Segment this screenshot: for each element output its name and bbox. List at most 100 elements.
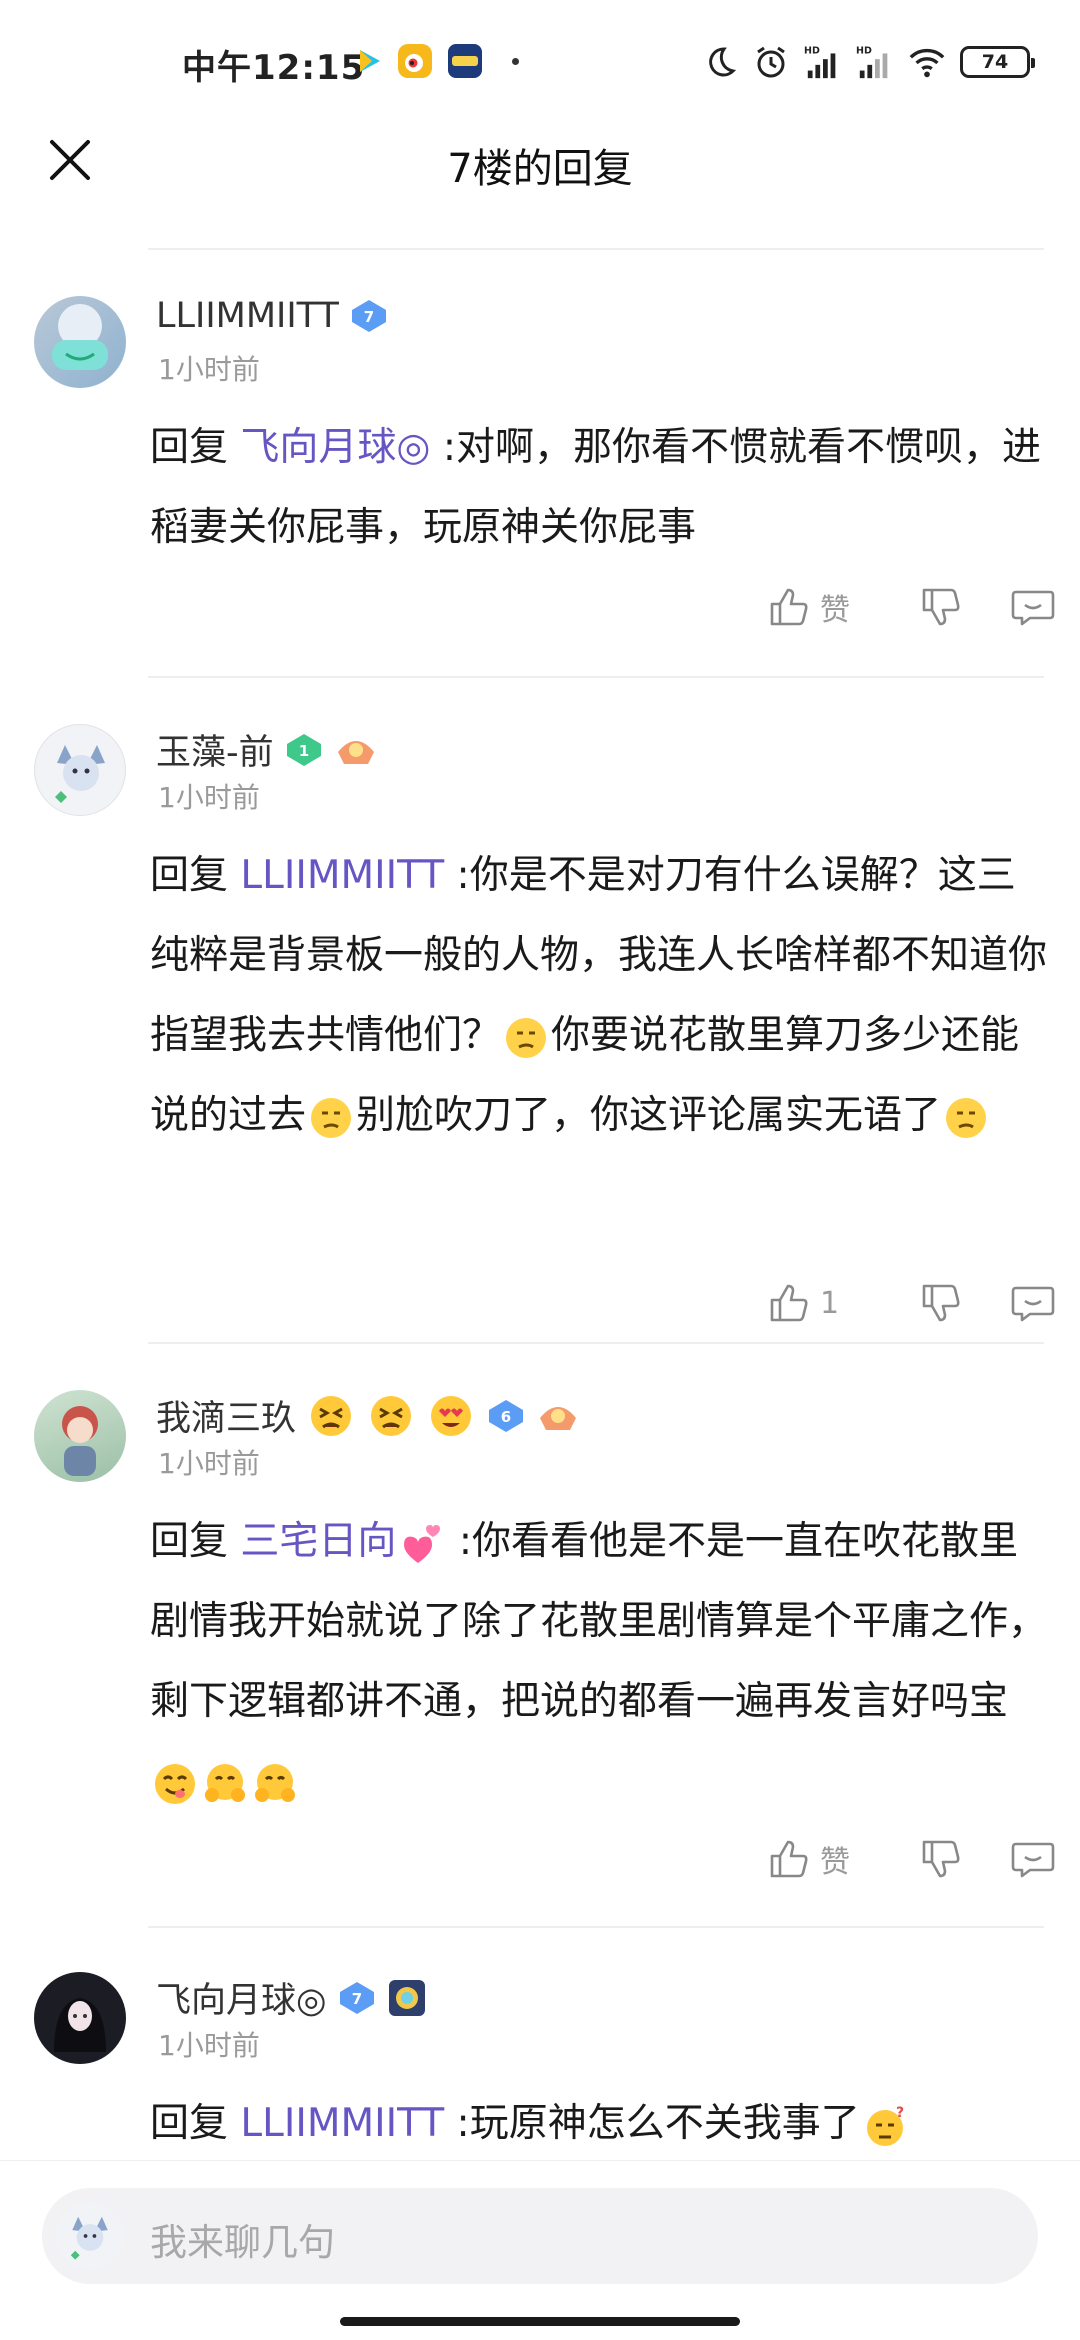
- thumbs-down-icon: [922, 588, 960, 626]
- battery-icon: 74: [960, 46, 1035, 78]
- user-row: LLIIMMIITT 7: [156, 296, 389, 336]
- level-badge-icon: 1: [286, 733, 321, 766]
- reply-button[interactable]: [996, 1836, 1056, 1882]
- level-number: 7: [364, 308, 374, 326]
- divider: [148, 248, 1044, 250]
- thumbs-up-icon: [770, 1284, 808, 1322]
- level-badge-icon: 7: [339, 1981, 374, 2014]
- heart-eyes-emoji-icon: [431, 1395, 472, 1436]
- comment-actions: 赞: [766, 1836, 1056, 1882]
- status-bar: 中午12:15 HD HD 74: [0, 0, 1080, 120]
- yum-emoji-icon: [155, 1763, 195, 1804]
- username[interactable]: 飞向月球◎: [156, 1972, 327, 2023]
- dislike-button[interactable]: [886, 584, 996, 630]
- like-count: 1: [820, 1285, 840, 1321]
- like-button[interactable]: 赞: [766, 1836, 886, 1882]
- page-title: 7楼的回复: [447, 146, 633, 192]
- level-badge-icon: 7: [351, 300, 386, 332]
- like-button[interactable]: 赞: [766, 584, 886, 630]
- notification-dot: [512, 58, 519, 65]
- svg-text:?: ?: [896, 2105, 904, 2121]
- comment-actions: 1: [766, 1280, 1056, 1326]
- avatar[interactable]: [34, 296, 126, 388]
- member-badge-icon: [388, 1979, 425, 2016]
- alarm-icon: [757, 46, 785, 78]
- user-row: 飞向月球◎ 7: [156, 1972, 427, 2023]
- level-badge-icon: 6: [489, 1399, 524, 1432]
- thinking-emoji-icon: [311, 1097, 352, 1138]
- comment-actions: 赞: [766, 584, 1056, 630]
- user-row: 玉藻-前 1: [156, 724, 378, 775]
- home-indicator[interactable]: [340, 2317, 740, 2326]
- reply-prefix: 回复: [150, 2101, 229, 2146]
- divider: [148, 676, 1044, 678]
- like-label: 赞: [820, 593, 850, 628]
- signal-icon-2: HD: [856, 45, 888, 79]
- comment-body: :玩原神怎么不关我事了: [444, 2101, 860, 2146]
- mention-link[interactable]: LLIIMMIITT: [240, 2101, 444, 2146]
- hugging-emoji-icon: [255, 1763, 295, 1802]
- medal-icon: [540, 1406, 577, 1430]
- avatar[interactable]: [34, 1972, 126, 2064]
- confused-emoji-icon: ?: [866, 2105, 904, 2146]
- wifi-icon: [909, 48, 945, 78]
- dislike-button[interactable]: [886, 1280, 996, 1326]
- video-app-icon: [352, 44, 386, 78]
- level-number: 6: [501, 1408, 511, 1426]
- my-avatar: [56, 2202, 124, 2270]
- comment-text: 回复 三宅日向 :你看看他是不是一直在吹花散里剧情我开始就说了除了花散里剧情算是…: [150, 1502, 1050, 1822]
- svg-text:HD: HD: [856, 45, 872, 56]
- status-time: 中午12:15: [182, 48, 366, 88]
- mention-link[interactable]: 飞向月球◎: [240, 425, 430, 470]
- reply-button[interactable]: [996, 1280, 1056, 1326]
- thinking-emoji-icon: [506, 1017, 547, 1058]
- user-row: 我滴三玖 6: [156, 1390, 580, 1441]
- like-button[interactable]: 1: [766, 1280, 886, 1326]
- divider: [148, 1342, 1044, 1344]
- username[interactable]: LLIIMMIITT: [156, 296, 339, 336]
- comment-body-cont: 别尬吹刀了，你这评论属实无语了: [356, 1093, 942, 1138]
- thumbs-up-icon: [770, 1840, 808, 1878]
- weibo-icon: [398, 44, 432, 78]
- svg-text:HD: HD: [804, 45, 820, 56]
- thumbs-up-icon: [770, 588, 808, 626]
- reply-prefix: 回复: [150, 425, 229, 470]
- comment-text: 回复 LLIIMMIITT :玩原神怎么不关我事了?: [150, 2084, 1050, 2164]
- comment-time: 1小时前: [158, 781, 260, 814]
- comment-time: 1小时前: [158, 353, 260, 386]
- comment-input[interactable]: 我来聊几句: [42, 2188, 1038, 2284]
- divider: [148, 1926, 1044, 1928]
- top-bar: 7楼的回复: [0, 120, 1080, 240]
- comment-time: 1小时前: [158, 1447, 260, 1480]
- mention-link[interactable]: LLIIMMIITT: [240, 853, 444, 898]
- reply-bubble-icon: [1011, 1286, 1055, 1322]
- tired-face-emoji-icon: [371, 1395, 412, 1436]
- signal-icon: HD: [804, 45, 836, 79]
- mention-link[interactable]: 三宅日向: [240, 1519, 396, 1564]
- reply-button[interactable]: [996, 584, 1056, 630]
- comment-text: 回复 LLIIMMIITT :你是不是对刀有什么误解？这三纯粹是背景板一般的人物…: [150, 836, 1050, 1156]
- hugging-emoji-icon: [205, 1763, 245, 1802]
- game-app-icon: [448, 44, 482, 78]
- thinking-emoji-icon: [946, 1097, 987, 1138]
- username[interactable]: 我滴三玖: [156, 1390, 296, 1441]
- avatar[interactable]: [34, 1390, 126, 1482]
- reply-prefix: 回复: [150, 1519, 229, 1564]
- dislike-button[interactable]: [886, 1836, 996, 1882]
- reply-bubble-icon: [1011, 1842, 1055, 1878]
- like-label: 赞: [820, 1845, 850, 1880]
- avatar[interactable]: [34, 724, 126, 816]
- input-placeholder: 我来聊几句: [150, 2221, 335, 2264]
- username[interactable]: 玉藻-前: [156, 724, 274, 775]
- thumbs-down-icon: [922, 1840, 960, 1878]
- reply-bubble-icon: [1011, 590, 1055, 626]
- level-number: 7: [351, 1990, 361, 2008]
- reply-prefix: 回复: [150, 853, 229, 898]
- battery-level: 74: [981, 51, 1009, 73]
- tired-face-emoji-icon: [311, 1395, 352, 1436]
- two-hearts-emoji-icon: [404, 1524, 441, 1563]
- moon-icon: [709, 47, 737, 77]
- comment-time: 1小时前: [158, 2029, 260, 2062]
- medal-icon: [337, 740, 374, 764]
- comment-text: 回复 飞向月球◎ :对啊，那你看不惯就看不惯呗，进稻妻关你屁事，玩原神关你屁事: [150, 408, 1050, 568]
